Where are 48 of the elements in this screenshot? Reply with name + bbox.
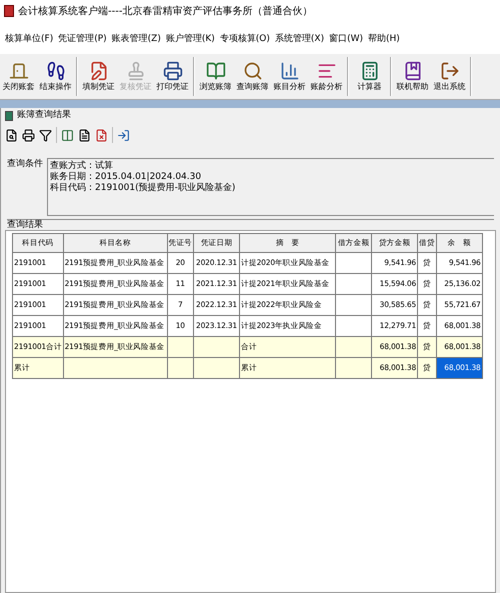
toolbar-button[interactable]: 联机帮助 (394, 54, 431, 99)
document-icon[interactable] (78, 128, 91, 142)
printer-icon[interactable] (22, 128, 35, 142)
toolbar-button[interactable]: 填制凭证 (80, 54, 117, 99)
book-icon (402, 60, 422, 80)
toolbar-button[interactable]: 查询账簿 (234, 54, 271, 99)
menu-item[interactable]: 凭证管理(P) (57, 33, 108, 47)
table-cell (167, 358, 194, 378)
menu-item[interactable]: 帮助(H) (367, 33, 401, 47)
query-condition-text: 账务日期：2015.04.01|2024.04.30 (50, 172, 202, 182)
subwindow-title: 账簿查询结果 (17, 109, 71, 122)
menu-item[interactable]: 窗口(W) (328, 33, 364, 47)
menu-item[interactable]: 核算单位(F) (4, 33, 54, 47)
table-cell (336, 358, 372, 378)
pen-document-icon (88, 60, 108, 80)
window-title: 会计核算系统客户端----北京春雷精审资产评估事务所（普通合伙） (18, 4, 312, 18)
query-conditions-label: 查询条件 (7, 158, 43, 171)
columns-icon[interactable] (61, 128, 74, 142)
toolbar-button[interactable]: 计算器 (351, 54, 388, 99)
door-icon (8, 60, 28, 80)
menu-item[interactable]: 系统管理(X) (274, 33, 326, 47)
toolbar-button[interactable]: 打印凭证 (154, 54, 191, 99)
exit-icon[interactable] (117, 128, 130, 142)
calculator-icon (360, 60, 380, 80)
toolbar-button[interactable]: 退出系统 (431, 54, 468, 99)
query-results-label: 查询结果 (6, 220, 44, 230)
search-icon (242, 60, 262, 80)
menu-item[interactable]: 专项核算(O) (218, 33, 271, 47)
preview-icon[interactable] (5, 128, 18, 142)
query-condition-text: 查账方式：试算 (50, 161, 114, 172)
exit-door-icon (440, 60, 460, 80)
query-condition-text: 科目代码：2191001(预提费用-职业风险基金) (50, 183, 236, 194)
toolbar-button[interactable]: 浏览账簿 (197, 54, 234, 99)
delete-document-icon[interactable] (95, 128, 108, 142)
app-logo-icon (4, 5, 14, 17)
open-book-icon (206, 60, 226, 80)
toolbar-button[interactable]: 账目分析 (271, 54, 308, 99)
menu-item[interactable]: 账表管理(Z) (110, 33, 162, 47)
menu-item[interactable]: 账户管理(K) (164, 33, 216, 47)
table-cell (194, 358, 240, 378)
printer-icon (162, 60, 182, 80)
toolbar-button[interactable]: 关闭账套 (0, 54, 37, 99)
filter-icon[interactable] (39, 128, 52, 142)
toolbar-button[interactable]: 账龄分析 (308, 54, 345, 99)
bar-chart-icon (280, 60, 300, 80)
toolbar-button[interactable]: 结束操作 (37, 54, 74, 99)
stamp-icon (126, 60, 146, 80)
window-icon (5, 111, 13, 121)
